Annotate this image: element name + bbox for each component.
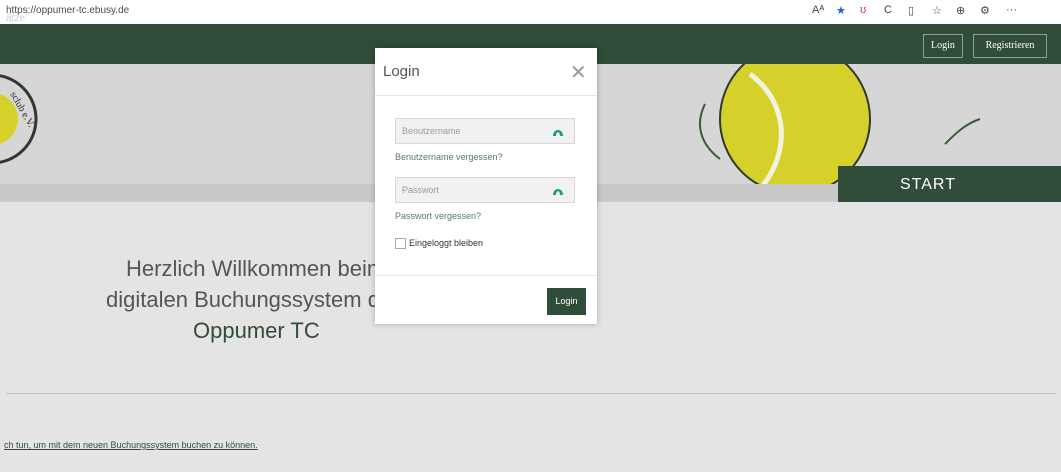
modal-divider-bottom [375, 275, 597, 276]
password-field[interactable]: Passwort [395, 177, 575, 203]
remember-label[interactable]: Eingeloggt bleiben [409, 238, 483, 248]
nav-register-button[interactable]: Registrieren [973, 34, 1047, 58]
username-placeholder: Benutzername [402, 126, 461, 136]
more-icon[interactable]: ··· [1006, 4, 1017, 16]
username-field[interactable]: Benutzername [395, 118, 575, 144]
nav-login-button[interactable]: Login [923, 34, 963, 58]
refresh-icon[interactable]: C [884, 4, 892, 16]
welcome-line-2: digitalen Buchungssystem de [106, 287, 393, 312]
welcome-line-1: Herzlich Willkommen beim [126, 256, 386, 281]
favorite-star-icon[interactable]: ★ [836, 4, 846, 17]
browser-toolbar [0, 0, 1061, 24]
nav-item-plaetze[interactable]: ätze [6, 13, 25, 24]
favorites-icon[interactable]: ☆ [932, 4, 942, 17]
content-divider [6, 393, 1056, 394]
welcome-club-name: Oppumer TC [193, 318, 320, 343]
password-manager-icon[interactable] [552, 125, 564, 137]
password-placeholder: Passwort [402, 185, 440, 195]
info-link[interactable]: ch tun, um mit dem neuen Buchungssystem … [4, 440, 258, 450]
read-aloud-icon[interactable]: Aᴬ [812, 4, 824, 16]
password-manager-icon[interactable] [552, 184, 564, 196]
start-label: START [900, 176, 956, 193]
forgot-password-link[interactable]: Passwort vergessen? [395, 211, 481, 221]
split-screen-icon[interactable]: ▯ [908, 4, 914, 17]
modal-divider-top [375, 95, 597, 96]
forgot-username-link[interactable]: Benutzername vergessen? [395, 152, 503, 162]
remember-checkbox[interactable] [395, 238, 406, 249]
pocket-icon[interactable]: ʊ [860, 4, 866, 16]
login-button[interactable]: Login [547, 288, 586, 315]
close-icon[interactable]: ✕ [570, 60, 587, 85]
modal-title: Login [383, 63, 420, 80]
login-modal: Login ✕ Benutzername Benutzername verges… [375, 48, 597, 324]
extensions-icon[interactable]: ⚙ [980, 4, 990, 17]
club-logo: sclub e.V. [0, 74, 38, 164]
collections-icon[interactable]: ⊕ [956, 4, 965, 17]
